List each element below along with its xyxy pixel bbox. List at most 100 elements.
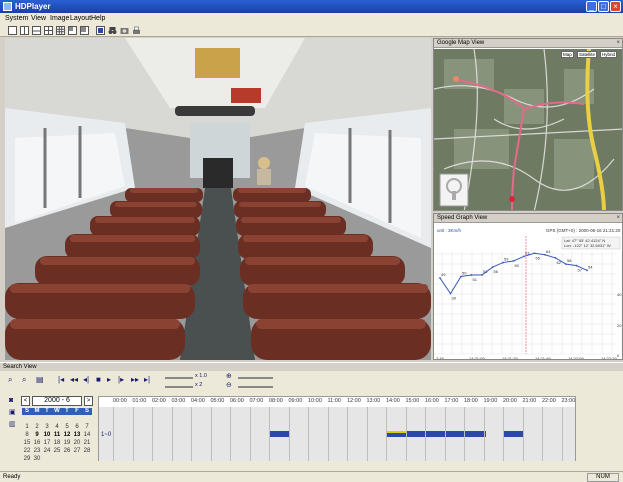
calendar-day[interactable]: 15 <box>22 439 32 447</box>
menu-system[interactable]: System <box>5 14 28 23</box>
speed-graph-chart[interactable]: unit : 3Km/h GPS (GMT+0) : 2000-06-16 21… <box>434 224 623 360</box>
timeline-hour-gridline <box>249 407 251 461</box>
fast-forward-icon[interactable]: ▸▸ <box>131 375 139 385</box>
menu-help[interactable]: Help <box>91 14 105 23</box>
go-end-icon[interactable]: ▸| <box>144 375 150 385</box>
calendar-day[interactable]: 10 <box>42 431 52 439</box>
go-start-icon[interactable]: |◂ <box>58 375 64 385</box>
calendar-day[interactable]: 23 <box>32 447 42 455</box>
calendar-day[interactable]: 3 <box>42 423 52 431</box>
search-channel-icon[interactable]: ▤ <box>36 375 44 385</box>
recording-segment[interactable] <box>270 431 290 437</box>
calendar-day <box>82 455 92 463</box>
gps-longitude-label: Lon: -122° 12' 32.6031" W <box>564 243 611 248</box>
calendar-day[interactable]: 30 <box>32 455 42 463</box>
recording-segment[interactable] <box>504 431 523 437</box>
layout-1plus5-icon[interactable] <box>68 26 77 35</box>
camera-video-view[interactable] <box>5 38 431 360</box>
calendar-day[interactable]: 12 <box>62 431 72 439</box>
calendar-day <box>72 415 82 423</box>
recording-segment-selected[interactable] <box>387 431 406 437</box>
calendar-day[interactable]: 19 <box>62 439 72 447</box>
recording-timeline[interactable]: 00:00 01:00 02:00 03:00 04:00 05:00 06:00 07:00… <box>98 396 576 461</box>
stop-icon[interactable]: ■ <box>96 375 101 385</box>
layout-1x2-icon[interactable] <box>20 26 29 35</box>
layout-1x1-icon[interactable] <box>8 26 17 35</box>
calendar-grid: SMTWTFS 1 2 3 4 5 6 7 8 9 10 11 12 13 14 15 16 17 18 19 20 2… <box>22 408 92 463</box>
zoom-out-icon[interactable]: ⊖ <box>226 381 232 391</box>
calendar-day[interactable]: 27 <box>72 447 82 455</box>
search-icon[interactable]: ⌕ <box>8 375 12 385</box>
menu-image[interactable]: Image <box>50 14 69 23</box>
timeline-hour-label: 05:00 <box>210 398 225 404</box>
calendar-day[interactable]: 11 <box>52 431 62 439</box>
timeline-hour-gridline <box>347 407 348 461</box>
step-forward-icon[interactable]: |▸ <box>118 375 124 385</box>
calendar-day[interactable]: 29 <box>22 455 32 463</box>
close-button[interactable]: × <box>610 1 621 12</box>
snapshot-icon[interactable] <box>120 26 129 35</box>
print-icon[interactable] <box>132 26 141 35</box>
calendar-day[interactable]: 8 <box>22 431 32 439</box>
calendar-day[interactable]: 21 <box>82 439 92 447</box>
satellite-map-view[interactable] <box>434 49 623 211</box>
speed-data-label: 62 <box>557 260 562 265</box>
fast-rewind-icon[interactable]: ◂◂ <box>70 375 78 385</box>
speed-data-point <box>554 257 557 259</box>
calendar-day[interactable]: 22 <box>22 447 32 455</box>
speed-data-point <box>470 274 473 276</box>
speed-panel-close-icon[interactable]: × <box>616 214 620 223</box>
play-icon[interactable]: ▸ <box>107 375 111 385</box>
zoom-slider[interactable] <box>238 377 273 379</box>
camera-icon[interactable]: ◙ <box>9 396 13 406</box>
calendar-day[interactable]: 17 <box>42 439 52 447</box>
calendar-day[interactable]: 18 <box>52 439 62 447</box>
maximize-button[interactable]: □ <box>598 1 609 12</box>
menu-view[interactable]: View <box>31 14 46 23</box>
menu-layout[interactable]: Layout <box>70 14 91 23</box>
layout-1plus3-icon[interactable] <box>32 26 41 35</box>
calendar-day[interactable]: 6 <box>72 423 82 431</box>
volume-slider[interactable] <box>238 386 273 388</box>
map-type-satellite-button[interactable]: Satellite <box>577 51 598 58</box>
map-panel-close-icon[interactable]: × <box>616 39 620 48</box>
export-icon[interactable]: ▥ <box>9 420 16 430</box>
calendar-day[interactable]: 9 <box>32 431 42 439</box>
layout-3x3-icon[interactable] <box>56 26 65 35</box>
minimize-button[interactable]: _ <box>586 1 597 12</box>
layout-1plus7-icon[interactable] <box>80 26 89 35</box>
fullscreen-icon[interactable] <box>96 26 105 35</box>
recording-segment[interactable] <box>406 431 486 437</box>
map-type-map-button[interactable]: Map <box>561 51 574 58</box>
speed-multiplier-slider[interactable] <box>165 386 193 388</box>
calendar-day[interactable]: 7 <box>82 423 92 431</box>
calendar-prev-button[interactable]: < <box>21 396 30 406</box>
calendar-day[interactable]: 24 <box>42 447 52 455</box>
timeline-hour-label: 06:00 <box>230 398 244 404</box>
playback-speed-slider[interactable] <box>165 377 193 379</box>
calendar-day[interactable]: 16 <box>32 439 42 447</box>
calendar-day[interactable]: 14 <box>82 431 92 439</box>
calendar-day[interactable]: 5 <box>62 423 72 431</box>
binoculars-icon[interactable] <box>108 26 117 35</box>
calendar-day[interactable]: 4 <box>52 423 62 431</box>
calendar-day[interactable]: 26 <box>62 447 72 455</box>
timeline-hour-gridline <box>152 407 153 461</box>
calendar-day[interactable]: 20 <box>72 439 82 447</box>
calendar-day[interactable]: 1 <box>22 423 32 431</box>
timeline-channel-row[interactable] <box>99 407 575 461</box>
calendar-day[interactable]: 28 <box>82 447 92 455</box>
map-type-hybrid-button[interactable]: Hybrid <box>600 51 618 58</box>
step-back-icon[interactable]: ◂| <box>83 375 89 385</box>
calendar-next-button[interactable]: > <box>84 396 93 406</box>
calendar-day[interactable]: 13 <box>72 431 82 439</box>
calendar-day[interactable]: 2 <box>32 423 42 431</box>
search-all-icon[interactable]: ⌕ <box>22 375 26 385</box>
calendar-weekday: F <box>75 408 79 414</box>
layout-2x2-icon[interactable] <box>44 26 53 35</box>
calendar-day[interactable]: 25 <box>52 447 62 455</box>
speed-data-point <box>565 263 567 265</box>
title-bar[interactable]: HDPlayer _ □ × <box>0 0 623 13</box>
save-icon[interactable]: ▣ <box>9 408 16 418</box>
timeline-hour-gridline <box>327 407 329 461</box>
